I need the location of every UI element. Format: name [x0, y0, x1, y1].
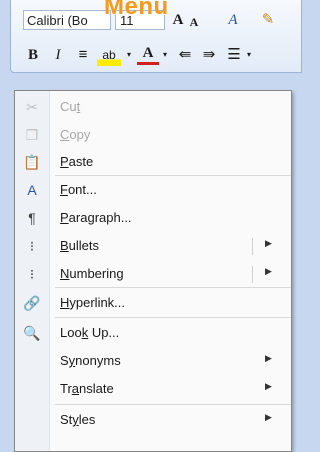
submenu-arrow-icon[interactable]: ▶: [265, 412, 272, 423]
bullets-icon: ⁝: [29, 238, 35, 254]
menu-item-label: Translate: [60, 381, 114, 396]
italic-button[interactable]: I: [51, 44, 65, 66]
submenu-arrow-icon[interactable]: ▶: [265, 353, 272, 364]
menu-item-label: Styles: [60, 412, 96, 427]
font-color-icon[interactable]: A: [137, 44, 159, 65]
submenu-arrow-icon[interactable]: ▶: [265, 266, 272, 277]
overlay-title: Menu: [104, 0, 169, 20]
menu-item-hyperlink[interactable]: 🔗 Hyperlink...: [15, 290, 291, 317]
font-icon: A: [27, 182, 37, 198]
menu-item-label: Paragraph...: [60, 210, 132, 225]
menu-item-label: Numbering: [60, 266, 124, 281]
menu-item-label: Font...: [60, 182, 97, 197]
submenu-arrow-icon[interactable]: ▶: [265, 238, 272, 249]
bullets-icon[interactable]: ☰: [225, 44, 243, 66]
research-icon: 🔍: [23, 325, 41, 341]
styles-icon[interactable]: A: [223, 9, 243, 31]
menu-divider: [55, 317, 291, 318]
hyperlink-icon: 🔗: [23, 295, 41, 311]
bold-button[interactable]: B: [25, 44, 41, 66]
submenu-arrow-icon[interactable]: ▶: [265, 381, 272, 392]
copy-icon: ❐: [25, 127, 39, 143]
scissors-icon: ✂: [26, 99, 38, 115]
context-menu: ✂ Cut ❐ Copy 📋 Paste A Font... ¶ Paragraph... ⁝ Bul…: [14, 90, 292, 452]
split-divider: [252, 238, 253, 255]
clipboard-icon: 📋: [23, 154, 41, 170]
menu-item-paragraph[interactable]: ¶ Paragraph...: [15, 205, 291, 232]
menu-item-label: Look Up...: [60, 325, 120, 340]
font-name-combo[interactable]: Calibri (Bo: [23, 10, 111, 30]
chevron-down-icon[interactable]: ▾: [245, 44, 253, 66]
increase-indent-icon[interactable]: ⇛: [199, 44, 219, 66]
grow-font-button[interactable]: A: [169, 9, 187, 31]
menu-item-paste[interactable]: 📋 Paste: [15, 149, 291, 176]
highlight-icon[interactable]: ab: [97, 44, 121, 66]
center-align-icon[interactable]: ≡: [73, 44, 93, 66]
menu-item-label: Hyperlink...: [60, 295, 126, 310]
menu-item-label: Synonyms: [60, 353, 121, 368]
menu-item-look-up[interactable]: 🔍 Look Up...: [15, 320, 291, 347]
chevron-down-icon[interactable]: ▾: [161, 44, 169, 66]
numbering-icon: ⁝: [29, 266, 35, 282]
menu-item-label: Bullets: [60, 238, 100, 253]
chevron-down-icon[interactable]: ▾: [125, 44, 133, 66]
menu-item-font[interactable]: A Font...: [15, 177, 291, 204]
menu-item-cut: ✂ Cut: [15, 94, 291, 121]
menu-item-synonyms[interactable]: Synonyms ▶: [15, 348, 291, 375]
menu-item-numbering[interactable]: ⁝ Numbering ▶: [15, 261, 291, 288]
menu-item-label: Paste: [60, 154, 94, 169]
menu-divider: [55, 404, 291, 405]
split-divider: [252, 266, 253, 283]
menu-item-bullets[interactable]: ⁝ Bullets ▶: [15, 233, 291, 260]
menu-divider: [55, 287, 291, 288]
menu-item-translate[interactable]: Translate ▶: [15, 376, 291, 403]
format-painter-icon[interactable]: ✎: [259, 9, 277, 31]
menu-divider: [55, 175, 291, 176]
menu-item-label: Cut: [60, 99, 81, 114]
paragraph-icon: ¶: [28, 210, 36, 226]
menu-item-label: Copy: [60, 127, 91, 142]
menu-item-copy: ❐ Copy: [15, 122, 291, 149]
decrease-indent-icon[interactable]: ⇚: [175, 44, 195, 66]
shrink-font-button[interactable]: A: [187, 11, 201, 33]
